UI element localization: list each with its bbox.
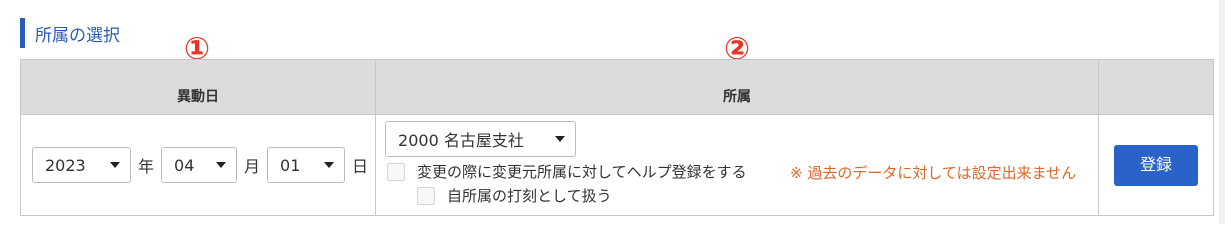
day-value: 01 — [280, 155, 301, 175]
own-org-stamp-option: 自所属の打刻として扱う — [417, 185, 612, 206]
org-selection-table: 異動日 所属 2023 年 04 月 01 日 2000 名古屋支社 変更の際に… — [19, 59, 1214, 216]
caret-down-icon — [324, 162, 335, 168]
help-registration-option: 変更の際に変更元所属に対してヘルプ登録をする — [387, 161, 747, 182]
month-select[interactable]: 04 — [161, 147, 238, 183]
table-row: 2023 年 04 月 01 日 2000 名古屋支社 変更の際に変更元所属に対… — [19, 114, 1214, 216]
month-unit-label: 月 — [244, 157, 261, 176]
year-select[interactable]: 2023 — [32, 147, 131, 183]
year-unit-label: 年 — [138, 157, 155, 176]
action-cell: 登録 — [1098, 114, 1214, 216]
header-action — [1098, 59, 1214, 115]
caret-down-icon — [555, 136, 566, 142]
table-header-row: 異動日 所属 — [19, 59, 1214, 115]
section-header: 所属の選択 — [20, 18, 120, 48]
scrollbar-track[interactable] — [1219, 0, 1225, 224]
help-registration-checkbox[interactable] — [387, 162, 406, 181]
date-picker: 2023 年 04 月 01 日 — [21, 147, 375, 183]
year-value: 2023 — [45, 155, 86, 175]
help-registration-label: 変更の際に変更元所属に対してヘルプ登録をする — [417, 163, 747, 181]
header-organization: 所属 — [375, 59, 1100, 115]
month-value: 04 — [174, 155, 195, 175]
section-title: 所属の選択 — [35, 25, 120, 46]
section-accent-bar — [20, 18, 25, 48]
caret-down-icon — [110, 162, 120, 168]
header-transfer-date: 異動日 — [19, 59, 377, 115]
register-button[interactable]: 登録 — [1114, 144, 1199, 186]
organization-cell: 2000 名古屋支社 変更の際に変更元所属に対してヘルプ登録をする 自所属の打刻… — [375, 114, 1100, 216]
day-unit-label: 日 — [352, 157, 369, 176]
day-select[interactable]: 01 — [267, 147, 346, 183]
organization-select[interactable]: 2000 名古屋支社 — [385, 121, 577, 157]
organization-value: 2000 名古屋支社 — [398, 131, 524, 150]
date-cell: 2023 年 04 月 01 日 — [19, 114, 377, 216]
caret-down-icon — [216, 162, 227, 168]
own-org-stamp-checkbox[interactable] — [417, 186, 436, 205]
past-data-warning: ※ 過去のデータに対しては設定出来ません — [790, 164, 1077, 182]
own-org-stamp-label: 自所属の打刻として扱う — [447, 187, 612, 205]
